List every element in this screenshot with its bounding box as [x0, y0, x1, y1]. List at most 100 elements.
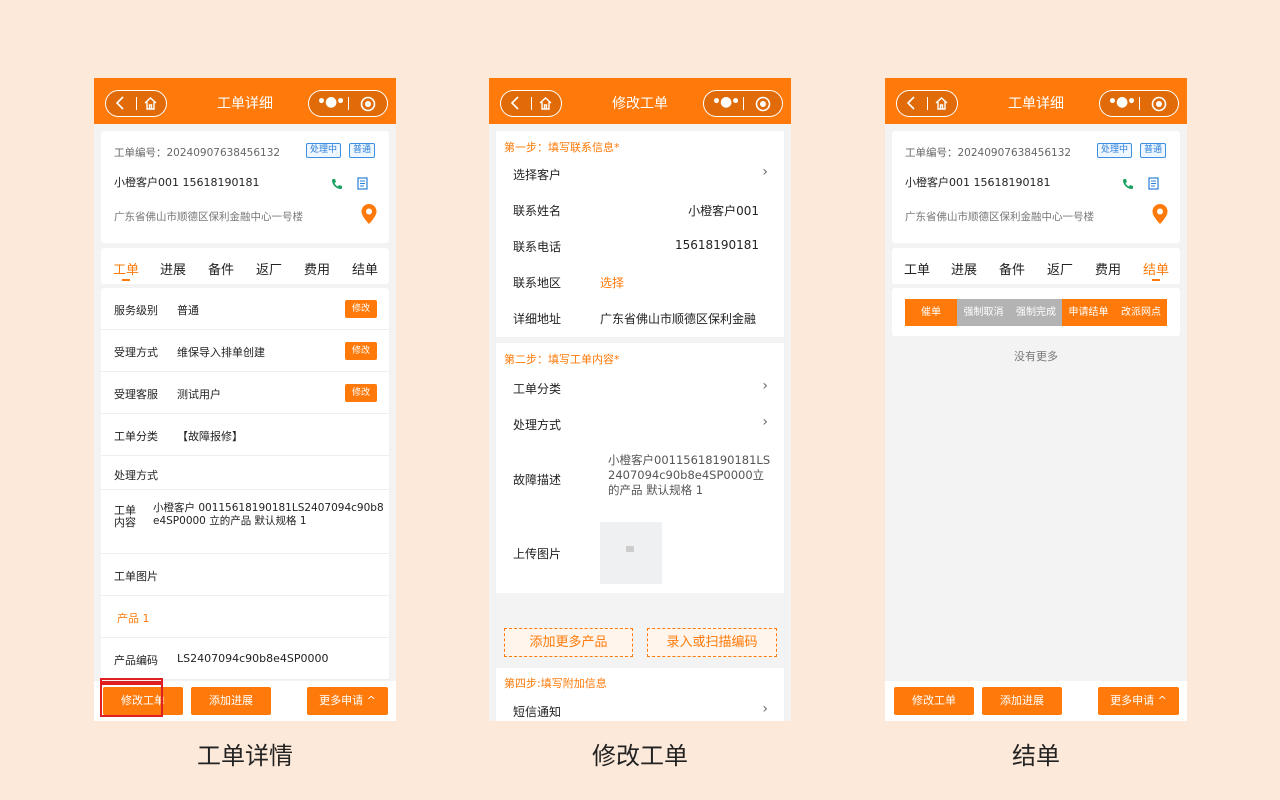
row-label: 短信通知	[513, 705, 562, 719]
tab-bar: 工单 进展 备件 返厂 费用 结单	[101, 248, 389, 284]
list-item: 服务级别 普通 修改	[101, 288, 389, 330]
contact-phone-row[interactable]: 联系电话 15618190181	[496, 227, 784, 263]
contact-name-row[interactable]: 联系姓名 小橙客户001	[496, 191, 784, 227]
tab-order[interactable]: 工单	[904, 259, 930, 278]
add-progress-button[interactable]: 添加进展	[191, 687, 271, 715]
row-label: 处理方式	[513, 418, 562, 432]
row-label: 详细地址	[513, 312, 562, 326]
region-row[interactable]: 联系地区 选择	[496, 263, 784, 299]
region-select[interactable]: 选择	[600, 274, 624, 291]
more-icon[interactable]: •●•	[317, 94, 345, 110]
scan-code-button[interactable]: 录入或扫描编码	[647, 628, 777, 657]
row-value: 普通	[177, 304, 199, 317]
sms-row[interactable]: 短信通知 ›	[496, 692, 784, 721]
tab-progress[interactable]: 进展	[160, 259, 186, 278]
nav-capsule-right[interactable]: •●•	[703, 90, 783, 117]
contact-section: 第一步：填写联系信息* 选择客户 › 联系姓名 小橙客户001 联系电话 156…	[496, 131, 784, 337]
phone-icon[interactable]	[1122, 178, 1134, 190]
level-badge: 普通	[1140, 143, 1167, 158]
caption-detail: 工单详情	[197, 742, 293, 770]
tab-progress[interactable]: 进展	[951, 259, 977, 278]
contact-name-value[interactable]: 小橙客户001	[688, 202, 759, 219]
content-section: 第二步：填写工单内容* 工单分类 › 处理方式 › 故障描述 小橙客户00115…	[496, 343, 784, 593]
location-icon[interactable]	[1151, 203, 1169, 225]
row-label: 内容	[114, 516, 136, 529]
more-icon[interactable]: •●•	[712, 94, 740, 110]
document-icon[interactable]	[357, 177, 368, 190]
status-badge: 处理中	[306, 143, 342, 158]
more-request-button[interactable]: 更多申请 ^	[307, 687, 388, 715]
extra-section: 第四步:填写附加信息 短信通知 ›	[496, 668, 784, 721]
caption-edit: 修改工单	[592, 742, 688, 770]
more-icon[interactable]: •●•	[1108, 94, 1136, 110]
tab-parts[interactable]: 备件	[208, 259, 234, 278]
product-title-row: 产品 1	[101, 596, 389, 638]
list-item: 受理客服 测试用户 修改	[101, 372, 389, 414]
product-actions: 添加更多产品 录入或扫描编码	[489, 624, 791, 664]
row-value: 【故障报修】	[177, 430, 243, 443]
nav-bar: 工单详细 •●•	[885, 78, 1187, 124]
row-label: 工单图片	[114, 570, 158, 583]
row-label: 联系电话	[513, 240, 562, 254]
tab-fees[interactable]: 费用	[304, 259, 330, 278]
order-number: 工单编号：20240907638456132	[114, 147, 281, 159]
status-badge: 处理中	[1097, 143, 1133, 158]
phone-screen-detail: 工单详细 •●• 工单编号：20240907638456132 处理中 普通 小…	[94, 78, 396, 721]
level-badge: 普通	[349, 143, 376, 158]
fault-textarea[interactable]: 小橙客户00115618190181LS2407094c90b8e4SP0000…	[608, 453, 773, 498]
phone-icon[interactable]	[331, 178, 343, 190]
contact-phone-value[interactable]: 15618190181	[675, 238, 759, 252]
tab-close[interactable]: 结单	[352, 259, 378, 278]
add-product-button[interactable]: 添加更多产品	[504, 628, 633, 657]
tab-bar: 工单 进展 备件 返厂 费用 结单	[892, 248, 1180, 284]
camera-icon	[626, 546, 634, 552]
product-code-row: 产品编码 LS2407094c90b8e4SP0000	[101, 638, 389, 680]
tab-order[interactable]: 工单	[113, 259, 139, 281]
phone-screen-edit: 修改工单 •●• 第一步：填写联系信息* 选择客户 › 联系姓名 小橙客户001…	[489, 78, 791, 721]
product-title: 产品 1	[117, 612, 150, 625]
force-cancel-button[interactable]: 强制取消	[957, 299, 1010, 326]
address-input[interactable]: 广东省佛山市顺德区保利金融	[600, 310, 770, 327]
close-target-icon[interactable]	[1151, 96, 1167, 112]
tab-fees[interactable]: 费用	[1095, 259, 1121, 278]
force-complete-button[interactable]: 强制完成	[1010, 299, 1062, 326]
order-info-card: 工单编号：20240907638456132 处理中 普通 小橙客户001 15…	[101, 131, 389, 243]
location-icon[interactable]	[360, 203, 378, 225]
close-target-icon[interactable]	[755, 96, 771, 112]
modify-order-button[interactable]: 修改工单	[894, 687, 974, 715]
apply-close-button[interactable]: 申请结单	[1062, 299, 1115, 326]
highlight-box	[100, 678, 163, 717]
category-row[interactable]: 工单分类 ›	[496, 367, 784, 405]
nav-capsule-right[interactable]: •●•	[308, 90, 388, 117]
document-icon[interactable]	[1148, 177, 1159, 190]
row-label: 产品编码	[114, 654, 158, 667]
add-progress-button[interactable]: 添加进展	[982, 687, 1062, 715]
more-request-button[interactable]: 更多申请 ^	[1098, 687, 1179, 715]
step2-title: 第二步：填写工单内容*	[504, 353, 620, 366]
choose-customer-row[interactable]: 选择客户 ›	[496, 155, 784, 191]
tab-parts[interactable]: 备件	[999, 259, 1025, 278]
close-target-icon[interactable]	[360, 96, 376, 112]
modify-button[interactable]: 修改	[345, 300, 377, 318]
row-label: 受理客服	[114, 388, 158, 401]
method-row[interactable]: 处理方式 ›	[496, 405, 784, 441]
upload-image-box[interactable]	[600, 522, 662, 584]
chevron-right-icon: ›	[762, 378, 768, 394]
tab-return[interactable]: 返厂	[1047, 259, 1073, 278]
content-value: 小橙客户 00115618190181LS2407094c90b8e4SP000…	[153, 502, 384, 527]
row-label: 选择客户	[513, 168, 562, 182]
row-label: 联系姓名	[513, 204, 562, 218]
urge-button[interactable]: 催单	[905, 299, 957, 326]
list-item: 处理方式	[101, 456, 389, 490]
chevron-right-icon: ›	[762, 701, 768, 717]
nav-capsule-right[interactable]: •●•	[1099, 90, 1179, 117]
detail-address-row[interactable]: 详细地址 广东省佛山市顺德区保利金融	[496, 299, 784, 337]
tab-close[interactable]: 结单	[1143, 259, 1169, 281]
fault-row[interactable]: 故障描述 小橙客户00115618190181LS2407094c90b8e4S…	[496, 441, 784, 517]
row-label: 工单分类	[114, 430, 158, 443]
reassign-button[interactable]: 改派网点	[1115, 299, 1167, 326]
modify-button[interactable]: 修改	[345, 342, 377, 360]
content-row: 工单 内容 小橙客户 00115618190181LS2407094c90b8e…	[101, 490, 389, 554]
modify-button[interactable]: 修改	[345, 384, 377, 402]
tab-return[interactable]: 返厂	[256, 259, 282, 278]
